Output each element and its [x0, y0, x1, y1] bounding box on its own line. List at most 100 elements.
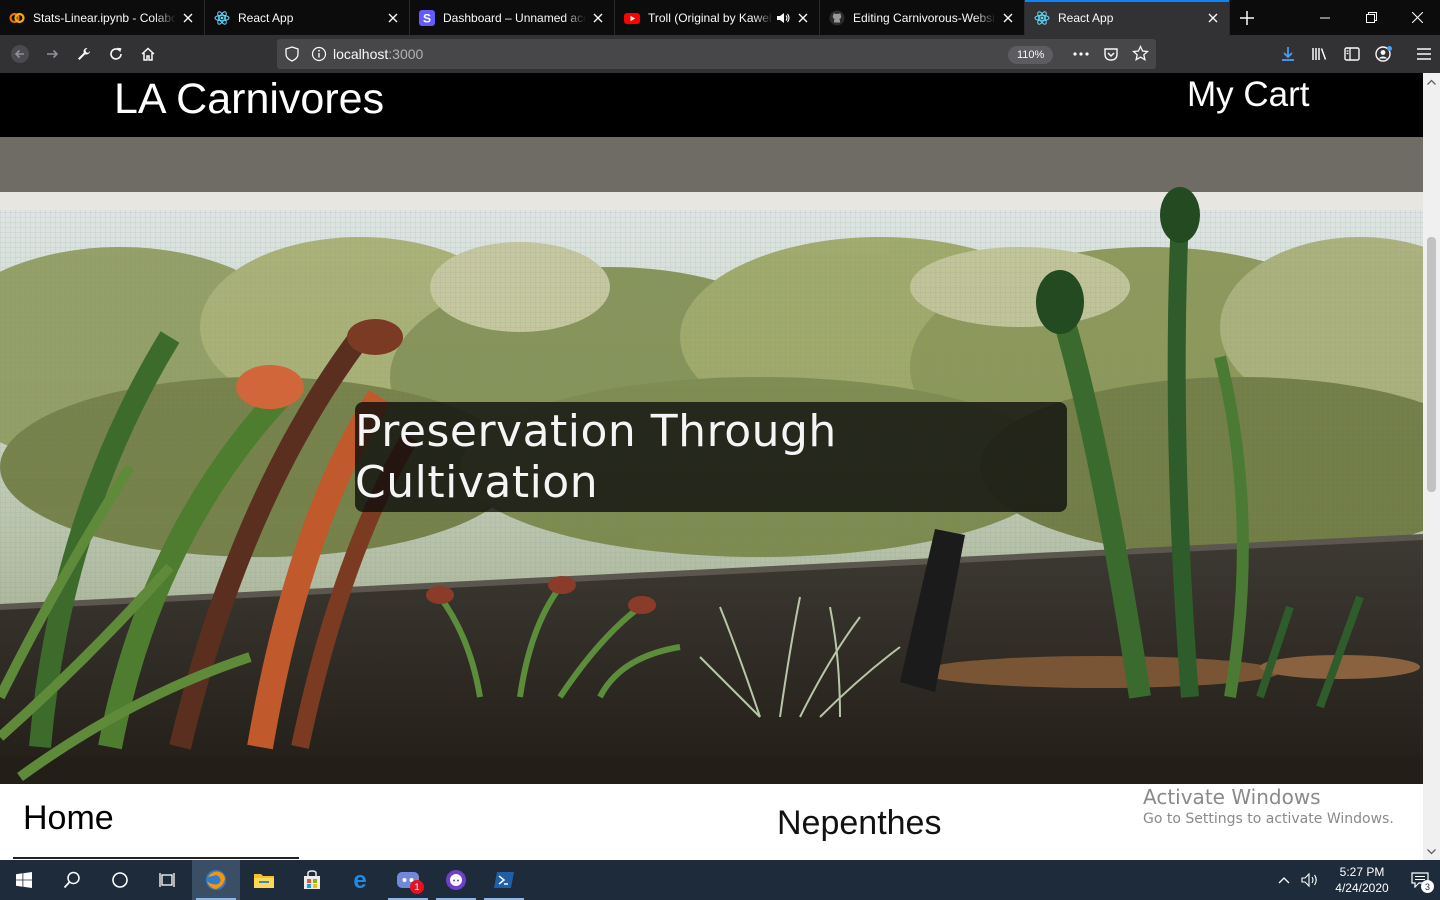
taskbar-clock[interactable]: 5:27 PM 4/24/2020	[1324, 864, 1400, 896]
edge-icon: e	[353, 869, 366, 891]
tab-title: Stats-Linear.ipynb - Colaboratory	[33, 10, 176, 25]
tab-title: React App	[238, 10, 294, 25]
task-view-icon	[159, 873, 175, 887]
tray-chevron-icon[interactable]	[1272, 876, 1296, 884]
powershell-icon	[494, 872, 514, 888]
plus-icon	[1240, 10, 1254, 25]
notification-count: 3	[1421, 880, 1434, 893]
reload-button[interactable]	[100, 38, 132, 70]
stripe-icon: S	[419, 9, 435, 26]
github-desktop-icon	[446, 870, 466, 890]
svg-text:S: S	[423, 11, 431, 25]
url-host: localhost	[333, 46, 389, 62]
tab-react-app[interactable]: React App	[205, 0, 410, 35]
close-icon[interactable]	[1205, 10, 1221, 26]
svg-text:e: e	[353, 869, 366, 891]
taskbar-powershell[interactable]	[480, 860, 528, 900]
restore-button[interactable]	[1348, 0, 1394, 35]
url-text: localhost:3000	[333, 46, 423, 62]
close-icon[interactable]	[795, 10, 811, 26]
reload-icon	[110, 47, 122, 60]
page-viewport: LA Carnivores My Cart Preservation Throu…	[0, 73, 1440, 860]
taskbar-store[interactable]	[288, 860, 336, 900]
back-button[interactable]	[4, 38, 36, 70]
nepenthes-heading: Nepenthes	[777, 804, 942, 842]
pocket-icon[interactable]	[1103, 46, 1119, 62]
windows-taskbar: e 1 5:27 PM 4/24/2020 3	[0, 860, 1440, 900]
react-icon	[214, 10, 230, 26]
tab-colab[interactable]: Stats-Linear.ipynb - Colaboratory	[0, 0, 205, 35]
clock-time: 5:27 PM	[1339, 865, 1385, 879]
menu-button[interactable]	[1408, 38, 1440, 70]
home-icon	[141, 47, 155, 61]
taskbar-edge[interactable]: e	[336, 860, 384, 900]
hamburger-icon	[1417, 48, 1431, 60]
account-icon	[1375, 46, 1392, 62]
back-arrow-icon	[11, 45, 29, 63]
folder-icon	[254, 874, 274, 888]
search-button[interactable]	[48, 860, 96, 900]
forward-button[interactable]	[36, 38, 68, 70]
scroll-up-icon[interactable]	[1423, 73, 1440, 90]
close-window-button[interactable]	[1394, 0, 1440, 35]
minimize-button[interactable]	[1302, 0, 1348, 35]
taskbar-github-desktop[interactable]	[432, 860, 480, 900]
close-icon[interactable]	[1000, 10, 1016, 26]
forward-arrow-icon	[47, 49, 59, 59]
library-icon	[1312, 48, 1327, 60]
taskbar-firefox[interactable]	[192, 860, 240, 900]
tab-react-app-active[interactable]: React App	[1025, 0, 1230, 35]
window-controls	[1302, 0, 1440, 35]
taskbar-discord[interactable]: 1	[384, 860, 432, 900]
tab-title: Editing Carnivorous-Website	[853, 10, 996, 25]
new-tab-button[interactable]	[1230, 0, 1264, 35]
home-button[interactable]	[132, 38, 164, 70]
colab-icon	[9, 10, 25, 26]
sidebar-icon	[1344, 47, 1360, 61]
volume-icon[interactable]	[1296, 872, 1324, 888]
github-icon	[829, 10, 845, 26]
tagline-box: Preservation Through Cultivation	[355, 402, 1067, 512]
account-button[interactable]	[1368, 38, 1400, 70]
close-icon[interactable]	[385, 10, 401, 26]
tab-github-editing[interactable]: Editing Carnivorous-Website	[820, 0, 1025, 35]
scrollbar-thumb[interactable]	[1427, 237, 1436, 492]
hero-tagline: Preservation Through Cultivation	[355, 406, 837, 508]
shield-icon[interactable]	[285, 46, 299, 62]
scroll-down-icon[interactable]	[1423, 843, 1440, 860]
close-icon[interactable]	[180, 10, 196, 26]
downloads-button[interactable]	[1272, 38, 1304, 70]
cortana-icon	[112, 872, 128, 888]
cortana-button[interactable]	[96, 860, 144, 900]
firefox-icon	[206, 870, 226, 890]
tab-stripe-dashboard[interactable]: S Dashboard – Unnamed account	[410, 0, 615, 35]
tab-youtube[interactable]: Troll (Original by Kawehi)	[615, 0, 820, 35]
task-view-button[interactable]	[144, 860, 192, 900]
site-brand[interactable]: LA Carnivores	[114, 75, 384, 124]
url-port: :3000	[388, 46, 424, 62]
library-button[interactable]	[1304, 38, 1336, 70]
youtube-icon	[624, 10, 640, 26]
toolbar-right	[1272, 35, 1440, 73]
clock-date: 4/24/2020	[1335, 881, 1389, 895]
bookmark-star-icon[interactable]	[1132, 45, 1149, 62]
info-icon[interactable]	[311, 46, 327, 62]
store-bag-icon	[304, 870, 320, 889]
sidebar-button[interactable]	[1336, 38, 1368, 70]
devtools-button[interactable]	[68, 38, 100, 70]
close-icon[interactable]	[590, 10, 606, 26]
speaker-icon[interactable]	[775, 10, 791, 26]
download-arrow-icon	[1282, 47, 1294, 61]
page-actions-icon[interactable]	[1072, 47, 1090, 61]
windows-logo-icon	[16, 872, 32, 888]
cart-link[interactable]: My Cart	[1187, 75, 1310, 115]
page-scrollbar[interactable]	[1423, 73, 1440, 860]
taskbar-file-explorer[interactable]	[240, 860, 288, 900]
zoom-indicator[interactable]: 110%	[1008, 46, 1054, 64]
address-bar[interactable]: localhost:3000 110%	[277, 39, 1156, 69]
watermark-subtitle: Go to Settings to activate Windows.	[1143, 811, 1394, 827]
start-button[interactable]	[0, 860, 48, 900]
tab-strip: Stats-Linear.ipynb - Colaboratory React …	[0, 0, 1440, 35]
action-center-button[interactable]: 3	[1400, 860, 1440, 900]
home-heading[interactable]: Home	[23, 799, 114, 838]
